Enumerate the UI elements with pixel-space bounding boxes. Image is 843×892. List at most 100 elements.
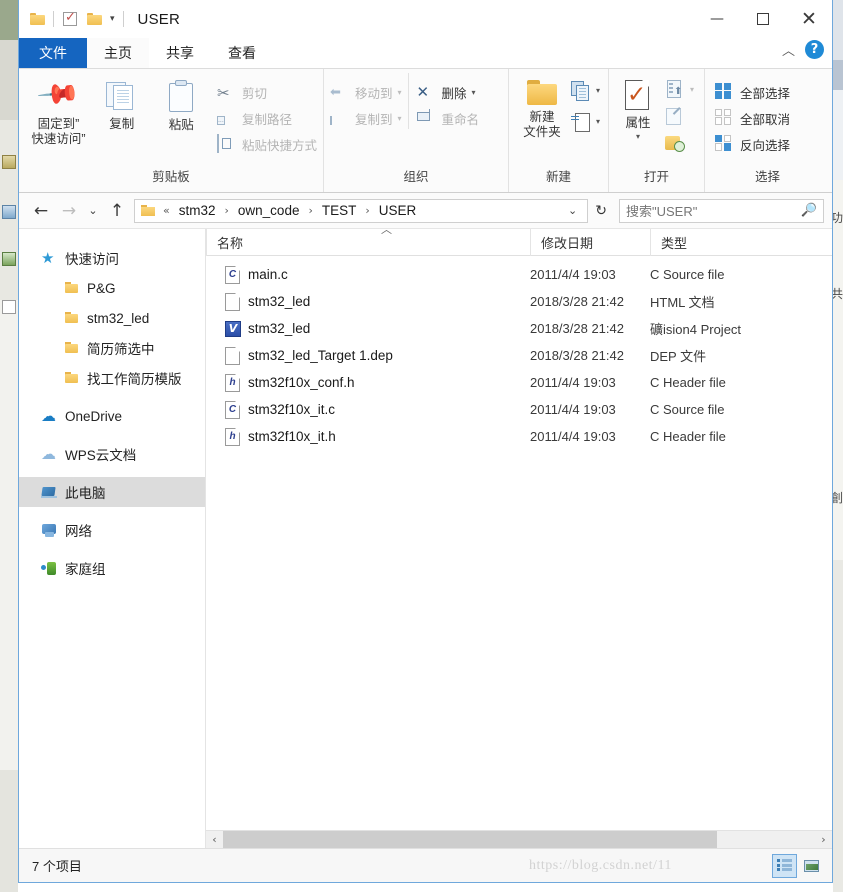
file-name-cell[interactable]: h stm32f10x_it.h bbox=[206, 427, 530, 446]
file-name-cell[interactable]: h stm32f10x_conf.h bbox=[206, 373, 530, 392]
open-button[interactable]: ⬆ ▾ bbox=[665, 79, 694, 100]
sidebar-item-wps-cloud[interactable]: ☁ WPS云文档 bbox=[19, 439, 205, 469]
history-button[interactable] bbox=[665, 133, 694, 154]
table-row[interactable]: h stm32f10x_conf.h 2011/4/4 19:03 C Head… bbox=[206, 369, 832, 396]
move-to-button[interactable]: ⬅ 移动到 ▾ bbox=[330, 82, 402, 103]
invert-selection-button[interactable]: 反向选择 bbox=[715, 134, 790, 155]
new-folder-label-line2: 文件夹 bbox=[523, 124, 561, 139]
file-name-cell[interactable]: C main.c bbox=[206, 265, 530, 284]
chevron-down-icon[interactable]: ▾ bbox=[398, 114, 402, 123]
breadcrumb-overflow[interactable]: « bbox=[159, 204, 174, 217]
tab-home[interactable]: 主页 bbox=[87, 38, 149, 68]
sidebar-item-quick-access[interactable]: ★ 快速访问 bbox=[19, 243, 205, 273]
table-row[interactable]: C stm32f10x_it.c 2011/4/4 19:03 C Source… bbox=[206, 396, 832, 423]
horizontal-scrollbar[interactable]: ‹ › bbox=[206, 830, 832, 848]
details-view-button[interactable] bbox=[772, 853, 797, 878]
up-button[interactable]: ↑ bbox=[103, 197, 131, 225]
table-row[interactable]: V stm32_led 2018/3/28 21:42 礦ision4 Proj… bbox=[206, 315, 832, 342]
address-bar[interactable]: « stm32 › own_code › TEST › USER ⌄ bbox=[134, 198, 589, 223]
tab-view[interactable]: 查看 bbox=[211, 38, 273, 68]
chevron-down-icon[interactable]: ▾ bbox=[636, 132, 640, 141]
easy-access-button[interactable]: ▾ bbox=[571, 111, 600, 132]
chevron-right-icon[interactable]: › bbox=[221, 204, 233, 217]
qat-new-folder-button[interactable] bbox=[82, 7, 106, 31]
back-button[interactable]: ← bbox=[27, 197, 55, 225]
close-button[interactable]: ✕ bbox=[786, 0, 832, 38]
copy-path-button[interactable]: ... 复制路径 bbox=[216, 108, 317, 129]
maximize-icon bbox=[757, 13, 769, 25]
tab-share[interactable]: 共享 bbox=[149, 38, 211, 68]
sidebar-item-stm32-led[interactable]: stm32_led bbox=[19, 303, 205, 333]
sidebar-item-resume-screening[interactable]: 简历筛选中 bbox=[19, 333, 205, 363]
sidebar-item-this-pc[interactable]: 此电脑 bbox=[19, 477, 205, 507]
cut-button[interactable]: ✂ 剪切 bbox=[217, 82, 317, 103]
qat-properties-button[interactable] bbox=[58, 7, 82, 31]
paste-button[interactable]: 粘贴 bbox=[151, 73, 211, 134]
file-date-cell: 2011/4/4 19:03 bbox=[530, 402, 616, 417]
file-name-cell[interactable]: V stm32_led bbox=[206, 320, 530, 338]
table-row[interactable]: stm32_led 2018/3/28 21:42 HTML 文档 bbox=[206, 288, 832, 315]
breadcrumb-user[interactable]: USER bbox=[378, 203, 418, 218]
table-row[interactable]: C main.c 2011/4/4 19:03 C Source file bbox=[206, 261, 832, 288]
pin-icon: 📌 bbox=[35, 71, 82, 118]
file-name-cell[interactable]: C stm32f10x_it.c bbox=[206, 400, 530, 419]
copy-button[interactable]: 复制 bbox=[92, 73, 152, 133]
minimize-button[interactable]: — bbox=[694, 0, 740, 38]
search-box[interactable]: 搜索"USER" 🔍 bbox=[619, 198, 824, 223]
delete-button[interactable]: ✕ 删除 ▾ bbox=[417, 82, 480, 103]
scroll-left-button[interactable]: ‹ bbox=[206, 831, 223, 848]
chevron-down-icon[interactable]: ▾ bbox=[398, 88, 402, 97]
file-icon-letter: h bbox=[229, 377, 236, 388]
refresh-button[interactable]: ↻ bbox=[588, 203, 614, 219]
scrollbar-thumb[interactable] bbox=[223, 831, 717, 848]
collapse-ribbon-icon[interactable]: ︿ bbox=[782, 40, 795, 59]
chevron-down-icon[interactable]: ▾ bbox=[106, 14, 119, 24]
paste-shortcut-button[interactable]: 粘贴快捷方式 bbox=[216, 133, 317, 155]
scrollbar-track[interactable] bbox=[223, 831, 815, 848]
tab-file[interactable]: 文件 bbox=[19, 38, 87, 68]
forward-button[interactable]: → bbox=[55, 197, 83, 225]
sidebar-item-label: 快速访问 bbox=[65, 252, 119, 267]
select-none-button[interactable]: 全部取消 bbox=[715, 108, 790, 129]
chevron-down-icon[interactable]: ▾ bbox=[596, 86, 600, 95]
maximize-button[interactable] bbox=[740, 0, 786, 38]
sidebar-item-network[interactable]: 网络 bbox=[19, 515, 205, 545]
sidebar-item-homegroup[interactable]: 家庭组 bbox=[19, 553, 205, 583]
chevron-right-icon[interactable]: › bbox=[304, 204, 316, 217]
sidebar-item-onedrive[interactable]: ☁ OneDrive bbox=[19, 401, 205, 431]
file-name-cell[interactable]: stm32_led bbox=[206, 292, 530, 311]
scroll-right-button[interactable]: › bbox=[815, 831, 832, 848]
ribbon-group-label-organize: 组织 bbox=[403, 170, 429, 184]
column-header-date[interactable]: 修改日期 bbox=[530, 228, 650, 256]
pin-to-quick-access-button[interactable]: 📌 固定到” 快速访问” bbox=[25, 71, 92, 147]
table-row[interactable]: stm32_led_Target 1.dep 2018/3/28 21:42 D… bbox=[206, 342, 832, 369]
chevron-right-icon[interactable]: › bbox=[361, 204, 373, 217]
column-header-name[interactable]: 名称 bbox=[206, 228, 530, 256]
new-item-button[interactable]: ▾ bbox=[571, 80, 600, 101]
copy-to-button[interactable]: 复制到 ▾ bbox=[330, 108, 402, 129]
recent-locations-button[interactable]: ⌄ bbox=[83, 197, 103, 225]
file-name-label: main.c bbox=[248, 267, 288, 282]
search-input[interactable]: 搜索"USER" bbox=[626, 201, 801, 220]
sidebar-item-resume-templates[interactable]: 找工作简历模版 bbox=[19, 363, 205, 393]
sidebar-item-pg[interactable]: P&G bbox=[19, 273, 205, 303]
breadcrumb-test[interactable]: TEST bbox=[321, 203, 358, 218]
column-header-type[interactable]: 类型 bbox=[650, 228, 800, 256]
qat-folder-button[interactable] bbox=[25, 7, 49, 31]
watermark-text: https://blog.csdn.net/11 bbox=[529, 858, 672, 873]
breadcrumb-own-code[interactable]: own_code bbox=[237, 203, 301, 218]
thumbnails-view-button[interactable] bbox=[799, 854, 824, 878]
edit-button[interactable] bbox=[665, 106, 694, 127]
properties-button[interactable]: ✓ 属性 ▾ bbox=[615, 73, 661, 141]
help-button[interactable]: ? bbox=[805, 40, 824, 59]
table-row[interactable]: h stm32f10x_it.h 2011/4/4 19:03 C Header… bbox=[206, 423, 832, 450]
file-name-cell[interactable]: stm32_led_Target 1.dep bbox=[206, 346, 530, 365]
breadcrumb-stm32[interactable]: stm32 bbox=[178, 203, 217, 218]
chevron-down-icon[interactable]: ▾ bbox=[596, 117, 600, 126]
address-dropdown-icon[interactable]: ⌄ bbox=[562, 204, 583, 217]
chevron-down-icon[interactable]: ▾ bbox=[690, 85, 694, 94]
chevron-down-icon[interactable]: ▾ bbox=[472, 88, 476, 97]
new-folder-button[interactable]: 新建 文件夹 bbox=[515, 73, 569, 140]
select-all-button[interactable]: 全部选择 bbox=[715, 82, 790, 103]
rename-button[interactable]: 重命名 bbox=[417, 108, 480, 129]
